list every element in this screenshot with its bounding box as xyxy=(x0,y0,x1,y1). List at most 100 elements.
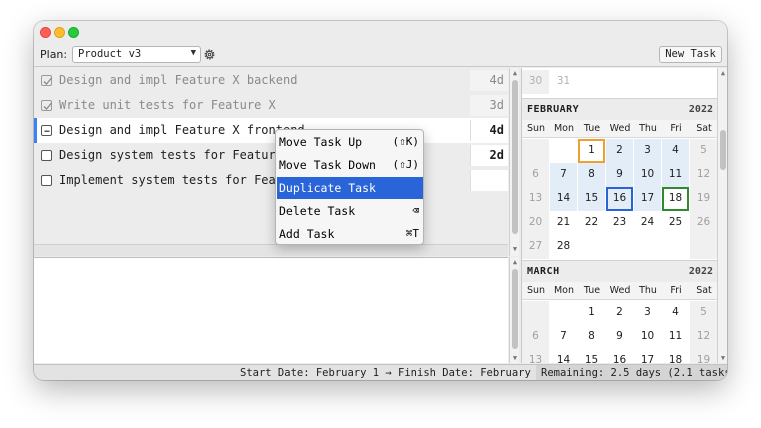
task-duration-field[interactable]: 2d xyxy=(470,145,508,166)
calendar-day[interactable]: 16 xyxy=(606,349,633,363)
calendar-day[interactable]: 23 xyxy=(606,211,633,235)
calendar-day[interactable]: 17 xyxy=(634,349,661,363)
task-list-scrollbar[interactable]: ▲ ▼ xyxy=(509,68,519,256)
weekday-label: Wed xyxy=(609,285,631,296)
calendar-day[interactable]: 9 xyxy=(606,163,633,187)
calendar-day[interactable]: 3 xyxy=(634,139,661,163)
task-duration-field[interactable]: 3d xyxy=(470,95,508,116)
calendar-day[interactable]: 22 xyxy=(578,211,605,235)
calendar-day[interactable]: 20 xyxy=(522,211,549,235)
calendar-day[interactable]: 4 xyxy=(662,301,689,325)
menu-item-delete-task[interactable]: Delete Task ⌫ xyxy=(277,200,423,222)
calendar-day[interactable]: 2 xyxy=(606,301,633,325)
scroll-down-icon[interactable]: ▼ xyxy=(510,353,520,363)
menu-item-move-task-up[interactable]: Move Task Up (⇧K) xyxy=(277,131,423,153)
calendar-day[interactable]: 27 xyxy=(522,235,549,259)
gear-icon[interactable] xyxy=(203,48,216,61)
checkbox[interactable] xyxy=(41,175,52,186)
zoom-window-button[interactable] xyxy=(68,27,79,38)
scroll-up-icon[interactable]: ▲ xyxy=(510,68,520,78)
task-row[interactable]: Write unit tests for Feature X 3d xyxy=(34,93,508,118)
scroll-up-icon[interactable]: ▲ xyxy=(718,68,727,78)
calendar-day[interactable]: 8 xyxy=(578,325,605,349)
task-duration-field[interactable]: 4d xyxy=(470,70,508,91)
calendar-day[interactable]: 15 xyxy=(578,187,605,211)
menu-item-add-task[interactable]: Add Task ⌘T xyxy=(277,223,423,244)
calendar-day[interactable]: 9 xyxy=(606,325,633,349)
close-window-button[interactable] xyxy=(40,27,51,38)
scroll-down-icon[interactable]: ▼ xyxy=(718,353,727,363)
weekday-header-row: Sun Mon Tue Wed Thu Fri Sat xyxy=(522,120,717,138)
calendar-day[interactable]: 12 xyxy=(690,325,717,349)
calendar-day[interactable]: 8 xyxy=(578,163,605,187)
calendar-day xyxy=(634,235,661,259)
calendar-day[interactable]: 24 xyxy=(634,211,661,235)
task-duration-field[interactable]: 4d xyxy=(470,120,508,141)
calendar-day[interactable]: 4 xyxy=(662,139,689,163)
calendar-day[interactable]: 19 xyxy=(690,187,717,211)
split-divider[interactable] xyxy=(34,244,508,256)
calendar-day[interactable]: 12 xyxy=(690,163,717,187)
calendar-day[interactable]: 13 xyxy=(522,187,549,211)
calendar-day[interactable]: 14 xyxy=(550,349,577,363)
calendar-day[interactable]: 10 xyxy=(634,163,661,187)
task-row[interactable]: Design and impl Feature X backend 4d xyxy=(34,68,508,93)
calendar-day[interactable]: 1 xyxy=(578,301,605,325)
project-dates: Start Date: February 1 → Finish Date: Fe… xyxy=(240,367,550,379)
task-row[interactable]: Design system tests for Feature X 2d xyxy=(34,143,508,168)
calendar-day xyxy=(550,301,577,325)
calendar-day[interactable]: 6 xyxy=(522,163,549,187)
context-menu: Move Task Up (⇧K) Move Task Down (⇧J) Duplic… xyxy=(275,129,424,245)
calendar-day[interactable]: 6 xyxy=(522,325,549,349)
task-name[interactable]: Design and impl Feature X frontend xyxy=(59,123,305,137)
calendar-day[interactable]: 10 xyxy=(634,325,661,349)
calendar-scrollbar[interactable]: ▲ ▼ xyxy=(717,68,727,363)
calendar-day[interactable]: 17 xyxy=(634,187,661,211)
menu-item-duplicate-task[interactable]: Duplicate Task xyxy=(277,177,423,199)
calendar-day[interactable]: 1 xyxy=(578,139,605,163)
minimize-window-button[interactable] xyxy=(54,27,65,38)
calendar-day[interactable]: 5 xyxy=(690,301,717,325)
calendar-day[interactable]: 3 xyxy=(634,301,661,325)
scrollbar-thumb[interactable] xyxy=(512,269,518,349)
notes-scrollbar[interactable]: ▲ ▼ xyxy=(509,257,519,363)
calendar-day[interactable]: 19 xyxy=(690,349,717,363)
calendar-day[interactable]: 2 xyxy=(606,139,633,163)
scrollbar-thumb[interactable] xyxy=(720,130,726,170)
calendar-day[interactable]: 13 xyxy=(522,349,549,363)
scroll-down-icon[interactable]: ▼ xyxy=(510,244,520,254)
task-row[interactable]: Design and impl Feature X frontend 4d xyxy=(34,118,508,143)
new-task-button[interactable]: New Task xyxy=(659,46,722,63)
calendar-day[interactable]: 7 xyxy=(550,325,577,349)
calendar-day[interactable]: 16 xyxy=(606,187,633,211)
task-row[interactable]: Implement system tests for Feature X xyxy=(34,168,508,193)
calendar-day[interactable]: 21 xyxy=(550,211,577,235)
plan-select[interactable]: Product v3 ▼ xyxy=(72,46,201,63)
calendar-day[interactable]: 28 xyxy=(550,235,577,259)
task-duration-field[interactable] xyxy=(470,170,508,191)
notes-area[interactable] xyxy=(34,257,508,363)
calendar-day[interactable]: 26 xyxy=(690,211,717,235)
indeterminate-checkbox-icon[interactable] xyxy=(41,125,52,136)
task-name[interactable]: Write unit tests for Feature X xyxy=(59,98,276,112)
calendar-day[interactable]: 15 xyxy=(578,349,605,363)
calendar-day[interactable]: 18 xyxy=(662,349,689,363)
checkbox[interactable] xyxy=(41,150,52,161)
calendar-day[interactable]: 11 xyxy=(662,325,689,349)
calendar-day xyxy=(550,139,577,163)
scrollbar-thumb[interactable] xyxy=(512,80,518,234)
calendar-day[interactable]: 25 xyxy=(662,211,689,235)
menu-item-move-task-down[interactable]: Move Task Down (⇧J) xyxy=(277,154,423,176)
checked-checkbox-icon[interactable] xyxy=(41,75,52,86)
calendar-day[interactable]: 7 xyxy=(550,163,577,187)
calendar-day[interactable]: 14 xyxy=(550,187,577,211)
calendar: 30 31 FEBRUARY 2022 Sun Mon Tue Wed Thu Fri Sat 1 2 3… xyxy=(521,68,717,363)
calendar-day[interactable]: 18 xyxy=(662,187,689,211)
calendar-day[interactable]: 11 xyxy=(662,163,689,187)
task-name[interactable]: Design and impl Feature X backend xyxy=(59,73,297,87)
month-name: MARCH xyxy=(527,266,560,277)
task-name[interactable]: Design system tests for Feature X xyxy=(59,148,297,162)
calendar-day[interactable]: 5 xyxy=(690,139,717,163)
scroll-up-icon[interactable]: ▲ xyxy=(510,257,520,267)
checked-checkbox-icon[interactable] xyxy=(41,100,52,111)
